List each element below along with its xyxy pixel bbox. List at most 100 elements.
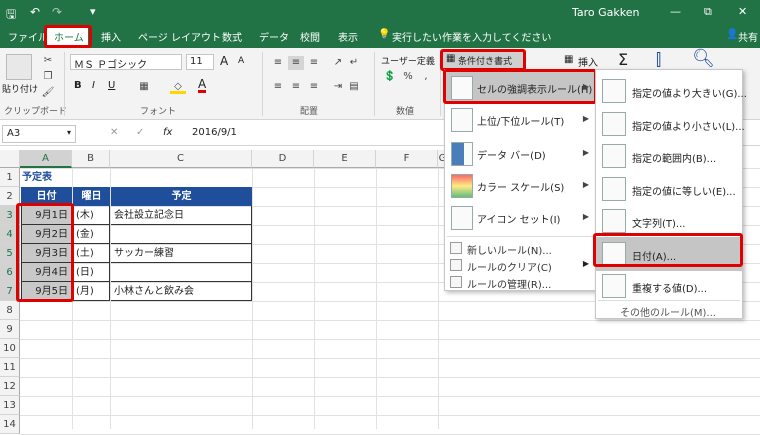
wrap-text-icon[interactable]: ↵ xyxy=(346,56,362,70)
align-center-icon[interactable]: ≡ xyxy=(288,80,304,94)
tab-page-layout[interactable]: ページ レイアウト xyxy=(138,29,221,44)
align-middle-icon[interactable]: ≡ xyxy=(288,56,304,70)
font-group-label: フォント xyxy=(140,107,177,117)
font-color-button[interactable]: A xyxy=(198,78,207,93)
border-icon[interactable]: ▦ xyxy=(136,80,152,94)
select-all-corner[interactable] xyxy=(0,150,20,168)
submenu-item-6[interactable]: 重複する値(D)... xyxy=(596,269,742,303)
align-left-icon[interactable]: ≡ xyxy=(270,80,286,94)
submenu-item-0[interactable]: 指定の値より大きい(G)... xyxy=(596,74,747,108)
align-right-icon[interactable]: ≡ xyxy=(306,80,322,94)
tab-insert[interactable]: 挿入 xyxy=(101,29,121,44)
copy-icon[interactable]: ❐ xyxy=(40,70,56,84)
share-icon[interactable]: 👤 xyxy=(726,29,738,40)
menu-item-data-bars[interactable]: データ バー(D) ▶ xyxy=(445,138,595,170)
insert-cells-button[interactable]: 挿入 xyxy=(578,54,598,69)
find-icon[interactable]: 🔍︎ xyxy=(692,48,715,69)
currency-icon[interactable]: 💲 xyxy=(382,70,398,84)
name-box[interactable]: A3 ▾ xyxy=(2,125,76,143)
italic-button[interactable]: I xyxy=(92,80,95,91)
row-header-10[interactable]: 10 xyxy=(0,339,20,358)
format-painter-icon[interactable]: 🖌 xyxy=(40,86,56,100)
percent-icon[interactable]: % xyxy=(400,70,416,84)
enter-icon[interactable]: ✓ xyxy=(136,127,144,138)
menu-item-more-rules[interactable]: その他のルール(M)... xyxy=(620,304,716,319)
dow-cell[interactable]: (土) xyxy=(73,244,110,263)
paste-button[interactable]: 貼り付け xyxy=(2,82,38,95)
column-header-a[interactable]: A xyxy=(20,150,72,168)
underline-button[interactable]: U xyxy=(108,80,115,91)
paste-icon[interactable] xyxy=(6,54,32,80)
font-name-select[interactable]: ＭＳ Ｐゴシック xyxy=(70,54,182,71)
column-header-f[interactable]: F xyxy=(376,150,438,168)
orientation-icon[interactable]: ↗ xyxy=(330,56,346,70)
align-top-icon[interactable]: ≡ xyxy=(270,56,286,70)
merge-icon[interactable]: ▤ xyxy=(346,80,362,94)
plan-cell[interactable]: 小林さんと飲み会 xyxy=(111,282,252,301)
maximize-button[interactable]: ⧉ xyxy=(704,5,712,19)
insert-function-button[interactable]: fx xyxy=(163,127,172,138)
sheet-title[interactable]: 予定表 xyxy=(22,168,70,187)
plan-cell[interactable] xyxy=(111,225,252,244)
undo-icon[interactable]: ↶ xyxy=(30,5,40,19)
row-header-14[interactable]: 14 xyxy=(0,415,20,434)
dow-cell[interactable]: (金) xyxy=(73,225,110,244)
column-header-c[interactable]: C xyxy=(110,150,252,168)
align-bottom-icon[interactable]: ≡ xyxy=(306,56,322,70)
separator xyxy=(262,52,263,116)
highlight-rules-highlight xyxy=(443,69,597,104)
menu-item-color-scales[interactable]: カラー スケール(S) ▶ xyxy=(445,170,595,202)
tell-me-input[interactable]: 実行したい作業を入力してください xyxy=(392,29,551,44)
menu-item-icon-sets[interactable]: アイコン セット(I) ▶ xyxy=(445,202,595,234)
row-header-1[interactable]: 1 xyxy=(0,168,20,187)
dow-cell[interactable]: (月) xyxy=(73,282,110,301)
cancel-icon[interactable]: ✕ xyxy=(110,127,118,138)
autosum-button[interactable]: Σ xyxy=(618,50,628,69)
grow-font-button[interactable]: A xyxy=(220,54,228,68)
header-dow[interactable]: 曜日 xyxy=(73,187,110,206)
plan-cell[interactable] xyxy=(111,263,252,282)
sort-filter-icon[interactable]: ⫿ xyxy=(656,50,661,70)
bold-button[interactable]: B xyxy=(74,80,82,91)
share-button[interactable]: 共有 xyxy=(738,29,758,44)
font-name-value: ＭＳ Ｐゴシック xyxy=(74,60,148,71)
redo-icon[interactable]: ↷ xyxy=(52,5,62,19)
column-header-e[interactable]: E xyxy=(314,150,376,168)
submenu-item-1[interactable]: 指定の値より小さい(L)... xyxy=(596,107,745,141)
row-header-8[interactable]: 8 xyxy=(0,301,20,320)
tab-file[interactable]: ファイル xyxy=(8,29,48,44)
comma-icon[interactable]: , xyxy=(418,70,434,84)
number-format-select[interactable]: ユーザー定義 xyxy=(378,52,438,68)
tab-formulas[interactable]: 数式 xyxy=(222,29,242,44)
close-button[interactable]: ✕ xyxy=(738,5,747,18)
tab-view[interactable]: 表示 xyxy=(338,29,358,44)
row-header-13[interactable]: 13 xyxy=(0,396,20,415)
save-icon[interactable]: 🖫 xyxy=(6,5,16,26)
dow-cell[interactable]: (木) xyxy=(73,206,110,225)
tab-data[interactable]: データ xyxy=(259,29,289,44)
shrink-font-button[interactable]: A xyxy=(238,56,244,66)
fill-color-icon[interactable]: ◇ xyxy=(170,80,186,94)
row-header-9[interactable]: 9 xyxy=(0,320,20,339)
column-header-b[interactable]: B xyxy=(72,150,110,168)
insert-cells-icon[interactable]: ▦ xyxy=(564,54,573,65)
menu-item-manage-rules[interactable]: ルールの管理(R)... xyxy=(445,271,595,293)
qat-more-icon[interactable]: ▾ xyxy=(90,5,96,18)
font-size-select[interactable]: 11 xyxy=(186,54,214,70)
cut-icon[interactable]: ✂ xyxy=(40,54,56,68)
header-plan[interactable]: 予定 xyxy=(111,187,252,206)
minimize-button[interactable]: — xyxy=(670,5,681,18)
submenu-item-2[interactable]: 指定の範囲内(B)... xyxy=(596,139,742,173)
row-header-12[interactable]: 12 xyxy=(0,377,20,396)
formula-input[interactable]: 2016/9/1 xyxy=(192,127,237,138)
plan-cell[interactable]: サッカー練習 xyxy=(111,244,252,263)
indent-icon[interactable]: ⇥ xyxy=(330,80,346,94)
menu-item-top-bottom-rules[interactable]: 上位/下位ルール(T) ▶ xyxy=(445,104,595,136)
submenu-item-3[interactable]: 指定の値に等しい(E)... xyxy=(596,172,742,206)
chevron-down-icon[interactable]: ▾ xyxy=(67,128,71,137)
tab-review[interactable]: 校閲 xyxy=(300,29,320,44)
column-header-d[interactable]: D xyxy=(252,150,314,168)
row-header-11[interactable]: 11 xyxy=(0,358,20,377)
plan-cell[interactable]: 会社設立記念日 xyxy=(111,206,252,225)
dow-cell[interactable]: (日) xyxy=(73,263,110,282)
